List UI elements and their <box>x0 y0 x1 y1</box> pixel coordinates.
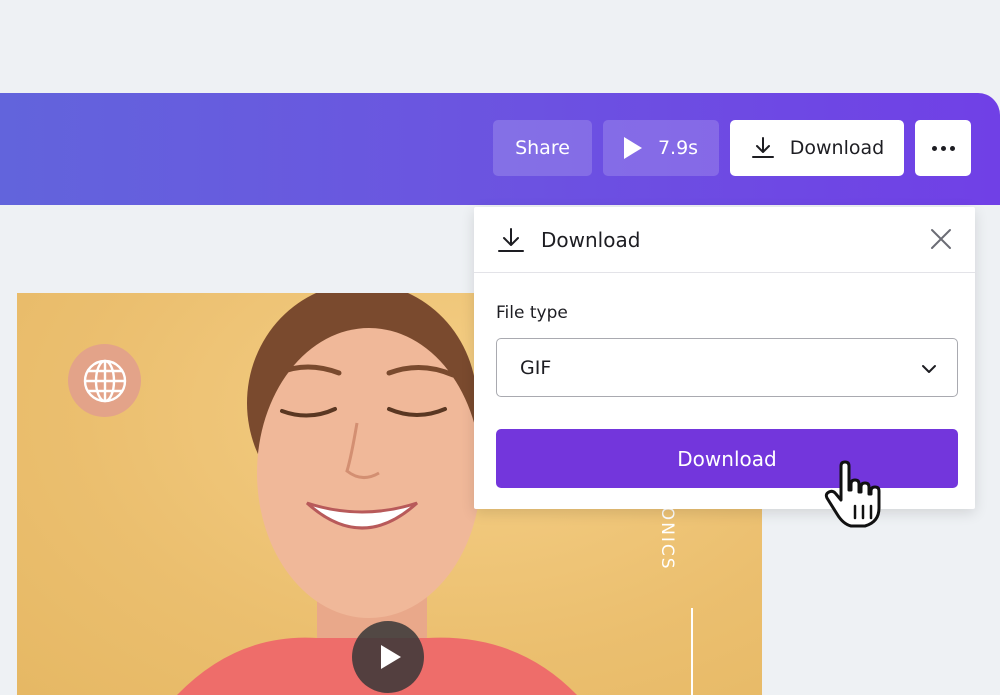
close-icon[interactable] <box>929 227 953 251</box>
download-button[interactable]: Download <box>730 120 904 176</box>
more-options-button[interactable] <box>915 120 971 176</box>
chevron-down-icon <box>922 365 936 373</box>
vertical-divider <box>691 608 693 695</box>
editor-toolbar: Share 7.9s Download <box>0 93 1000 205</box>
confirm-download-label: Download <box>677 446 777 471</box>
play-icon <box>623 137 642 159</box>
file-type-select[interactable]: GIF <box>496 338 958 397</box>
confirm-download-button[interactable]: Download <box>496 429 958 488</box>
globe-icon <box>83 359 126 402</box>
more-horizontal-icon <box>931 145 955 151</box>
download-button-label: Download <box>789 137 885 159</box>
file-type-value: GIF <box>520 356 552 379</box>
hand-cursor-icon <box>824 460 881 528</box>
share-button[interactable]: Share <box>493 120 592 176</box>
download-panel-title: Download <box>541 227 641 252</box>
download-icon <box>751 137 774 158</box>
share-button-label: Share <box>515 137 570 159</box>
file-type-label: File type <box>496 303 568 323</box>
download-icon <box>498 227 524 252</box>
play-preview-button[interactable]: 7.9s <box>603 120 719 176</box>
globe-badge <box>68 344 141 417</box>
download-panel: Download File type GIF Download <box>474 207 975 509</box>
duration-label: 7.9s <box>657 137 699 159</box>
play-icon <box>380 645 401 669</box>
download-panel-header: Download <box>474 207 975 273</box>
video-play-button[interactable] <box>352 621 424 693</box>
